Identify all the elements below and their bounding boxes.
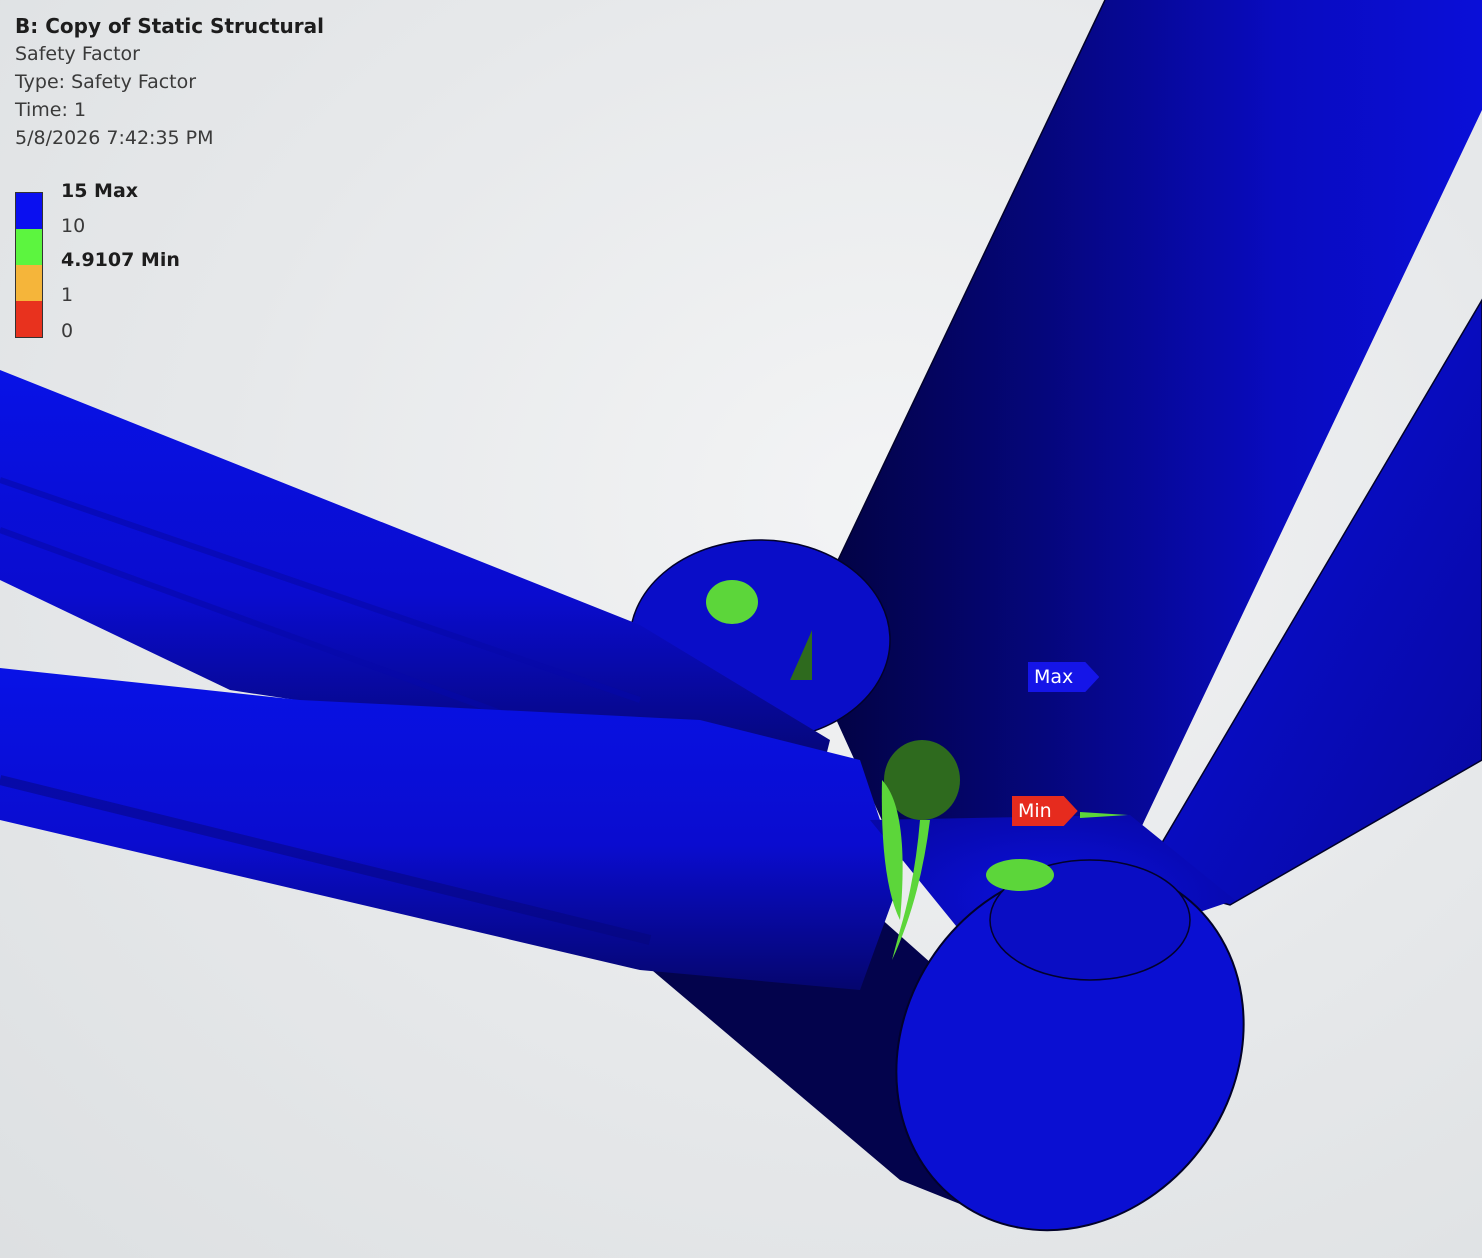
hotspot-5 [986, 859, 1054, 891]
result-name: Safety Factor [15, 43, 140, 65]
result-time: Time: 1 [15, 99, 87, 121]
legend-band-blue [16, 193, 42, 229]
model-viewport[interactable]: Max Min [0, 0, 1482, 1258]
legend-color-bar [15, 192, 43, 338]
hotspot-1 [706, 580, 758, 624]
result-date: 5/8/2026 7:42:35 PM [15, 127, 214, 149]
min-probe-label[interactable]: Min [1012, 796, 1078, 826]
legend-label-min: 4.9107 Min [61, 249, 180, 271]
result-header: B: Copy of Static Structural Safety Fact… [15, 12, 324, 152]
legend-label-1: 1 [61, 284, 74, 306]
legend-label-0: 0 [61, 320, 74, 342]
legend-label-10: 10 [61, 215, 86, 237]
max-probe-label[interactable]: Max [1028, 662, 1099, 692]
legend-band-red [16, 301, 42, 337]
legend-label-max: 15 Max [61, 180, 139, 202]
analysis-title: B: Copy of Static Structural [15, 14, 324, 38]
result-type: Type: Safety Factor [15, 71, 197, 93]
frame-model-render [0, 0, 1482, 1232]
legend-band-orange [16, 265, 42, 301]
legend-band-green [16, 229, 42, 265]
